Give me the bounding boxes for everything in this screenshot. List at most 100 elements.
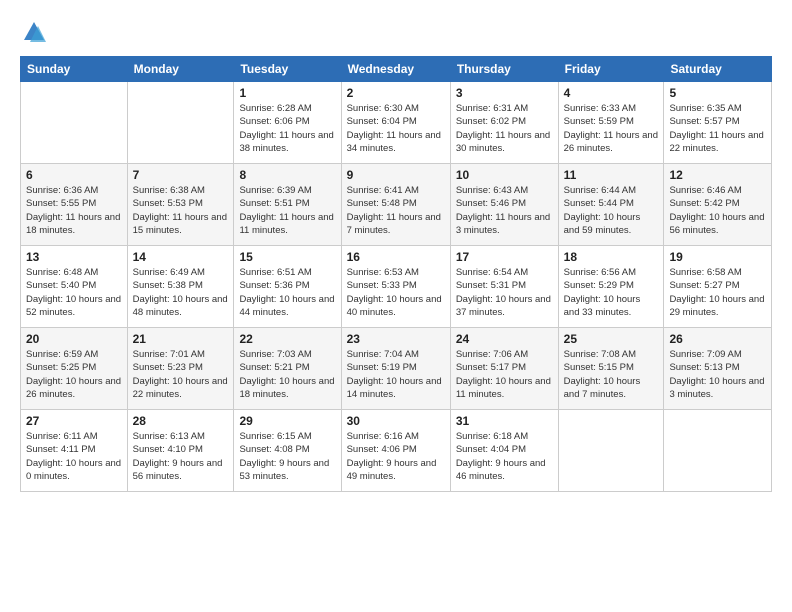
table-row: 5 Sunrise: 6:35 AM Sunset: 5:57 PM Daylig… xyxy=(664,82,772,164)
table-row: 6 Sunrise: 6:36 AM Sunset: 5:55 PM Daylig… xyxy=(21,164,128,246)
day-number: 12 xyxy=(669,168,766,182)
day-number: 25 xyxy=(564,332,659,346)
day-number: 9 xyxy=(347,168,445,182)
calendar-week-row: 13 Sunrise: 6:48 AM Sunset: 5:40 PM Dayli… xyxy=(21,246,772,328)
calendar-table: Sunday Monday Tuesday Wednesday Thursday… xyxy=(20,56,772,492)
table-row: 17 Sunrise: 6:54 AM Sunset: 5:31 PM Dayli… xyxy=(450,246,558,328)
table-row: 21 Sunrise: 7:01 AM Sunset: 5:23 PM Dayli… xyxy=(127,328,234,410)
day-info: Sunrise: 6:31 AM Sunset: 6:02 PM Dayligh… xyxy=(456,102,553,155)
day-number: 26 xyxy=(669,332,766,346)
day-info: Sunrise: 6:13 AM Sunset: 4:10 PM Dayligh… xyxy=(133,430,229,483)
header-friday: Friday xyxy=(558,57,664,82)
day-number: 14 xyxy=(133,250,229,264)
day-info: Sunrise: 6:53 AM Sunset: 5:33 PM Dayligh… xyxy=(347,266,445,319)
calendar-week-row: 6 Sunrise: 6:36 AM Sunset: 5:55 PM Daylig… xyxy=(21,164,772,246)
day-info: Sunrise: 6:39 AM Sunset: 5:51 PM Dayligh… xyxy=(239,184,335,237)
day-number: 17 xyxy=(456,250,553,264)
day-info: Sunrise: 6:16 AM Sunset: 4:06 PM Dayligh… xyxy=(347,430,445,483)
day-info: Sunrise: 6:35 AM Sunset: 5:57 PM Dayligh… xyxy=(669,102,766,155)
day-number: 7 xyxy=(133,168,229,182)
table-row xyxy=(664,410,772,492)
day-number: 23 xyxy=(347,332,445,346)
day-number: 2 xyxy=(347,86,445,100)
day-number: 22 xyxy=(239,332,335,346)
table-row: 22 Sunrise: 7:03 AM Sunset: 5:21 PM Dayli… xyxy=(234,328,341,410)
day-info: Sunrise: 7:09 AM Sunset: 5:13 PM Dayligh… xyxy=(669,348,766,401)
calendar-page: Sunday Monday Tuesday Wednesday Thursday… xyxy=(0,0,792,612)
table-row: 25Sunrise: 7:08 AM Sunset: 5:15 PM Dayli… xyxy=(558,328,664,410)
day-info: Sunrise: 6:56 AM Sunset: 5:29 PM Dayligh… xyxy=(564,266,659,319)
header xyxy=(20,18,772,46)
table-row: 31 Sunrise: 6:18 AM Sunset: 4:04 PM Dayli… xyxy=(450,410,558,492)
table-row: 3 Sunrise: 6:31 AM Sunset: 6:02 PM Daylig… xyxy=(450,82,558,164)
calendar-week-row: 1Sunrise: 6:28 AM Sunset: 6:06 PM Daylig… xyxy=(21,82,772,164)
table-row: 16 Sunrise: 6:53 AM Sunset: 5:33 PM Dayli… xyxy=(341,246,450,328)
table-row xyxy=(127,82,234,164)
day-number: 8 xyxy=(239,168,335,182)
table-row: 27Sunrise: 6:11 AM Sunset: 4:11 PM Dayli… xyxy=(21,410,128,492)
day-info: Sunrise: 6:18 AM Sunset: 4:04 PM Dayligh… xyxy=(456,430,553,483)
day-number: 19 xyxy=(669,250,766,264)
table-row: 23Sunrise: 7:04 AM Sunset: 5:19 PM Dayli… xyxy=(341,328,450,410)
table-row: 11Sunrise: 6:44 AM Sunset: 5:44 PM Dayli… xyxy=(558,164,664,246)
day-info: Sunrise: 7:03 AM Sunset: 5:21 PM Dayligh… xyxy=(239,348,335,401)
day-info: Sunrise: 6:48 AM Sunset: 5:40 PM Dayligh… xyxy=(26,266,122,319)
table-row: 12 Sunrise: 6:46 AM Sunset: 5:42 PM Dayli… xyxy=(664,164,772,246)
day-info: Sunrise: 6:33 AM Sunset: 5:59 PM Dayligh… xyxy=(564,102,659,155)
day-info: Sunrise: 6:49 AM Sunset: 5:38 PM Dayligh… xyxy=(133,266,229,319)
day-number: 20 xyxy=(26,332,122,346)
table-row: 4 Sunrise: 6:33 AM Sunset: 5:59 PM Daylig… xyxy=(558,82,664,164)
day-number: 10 xyxy=(456,168,553,182)
table-row: 26 Sunrise: 7:09 AM Sunset: 5:13 PM Dayli… xyxy=(664,328,772,410)
table-row: 28 Sunrise: 6:13 AM Sunset: 4:10 PM Dayli… xyxy=(127,410,234,492)
table-row: 9 Sunrise: 6:41 AM Sunset: 5:48 PM Daylig… xyxy=(341,164,450,246)
day-info: Sunrise: 6:30 AM Sunset: 6:04 PM Dayligh… xyxy=(347,102,445,155)
calendar-week-row: 27Sunrise: 6:11 AM Sunset: 4:11 PM Dayli… xyxy=(21,410,772,492)
day-info: Sunrise: 6:46 AM Sunset: 5:42 PM Dayligh… xyxy=(669,184,766,237)
day-info: Sunrise: 6:44 AM Sunset: 5:44 PM Dayligh… xyxy=(564,184,659,237)
day-number: 13 xyxy=(26,250,122,264)
day-number: 5 xyxy=(669,86,766,100)
table-row xyxy=(21,82,128,164)
table-row: 30 Sunrise: 6:16 AM Sunset: 4:06 PM Dayli… xyxy=(341,410,450,492)
days-header-row: Sunday Monday Tuesday Wednesday Thursday… xyxy=(21,57,772,82)
day-number: 24 xyxy=(456,332,553,346)
logo-icon xyxy=(20,18,48,46)
table-row: 18 Sunrise: 6:56 AM Sunset: 5:29 PM Dayli… xyxy=(558,246,664,328)
table-row xyxy=(558,410,664,492)
day-number: 16 xyxy=(347,250,445,264)
table-row: 1Sunrise: 6:28 AM Sunset: 6:06 PM Daylig… xyxy=(234,82,341,164)
day-number: 21 xyxy=(133,332,229,346)
day-info: Sunrise: 6:41 AM Sunset: 5:48 PM Dayligh… xyxy=(347,184,445,237)
logo xyxy=(20,18,52,46)
day-info: Sunrise: 6:59 AM Sunset: 5:25 PM Dayligh… xyxy=(26,348,122,401)
header-thursday: Thursday xyxy=(450,57,558,82)
day-info: Sunrise: 6:54 AM Sunset: 5:31 PM Dayligh… xyxy=(456,266,553,319)
day-info: Sunrise: 6:36 AM Sunset: 5:55 PM Dayligh… xyxy=(26,184,122,237)
day-number: 30 xyxy=(347,414,445,428)
day-number: 18 xyxy=(564,250,659,264)
table-row: 14 Sunrise: 6:49 AM Sunset: 5:38 PM Dayli… xyxy=(127,246,234,328)
day-number: 3 xyxy=(456,86,553,100)
table-row: 13 Sunrise: 6:48 AM Sunset: 5:40 PM Dayli… xyxy=(21,246,128,328)
day-info: Sunrise: 6:11 AM Sunset: 4:11 PM Dayligh… xyxy=(26,430,122,483)
table-row: 15Sunrise: 6:51 AM Sunset: 5:36 PM Dayli… xyxy=(234,246,341,328)
header-saturday: Saturday xyxy=(664,57,772,82)
day-number: 4 xyxy=(564,86,659,100)
table-row: 19 Sunrise: 6:58 AM Sunset: 5:27 PM Dayli… xyxy=(664,246,772,328)
day-info: Sunrise: 7:06 AM Sunset: 5:17 PM Dayligh… xyxy=(456,348,553,401)
day-number: 31 xyxy=(456,414,553,428)
table-row: 29Sunrise: 6:15 AM Sunset: 4:08 PM Dayli… xyxy=(234,410,341,492)
header-monday: Monday xyxy=(127,57,234,82)
day-number: 6 xyxy=(26,168,122,182)
table-row: 2 Sunrise: 6:30 AM Sunset: 6:04 PM Daylig… xyxy=(341,82,450,164)
table-row: 24 Sunrise: 7:06 AM Sunset: 5:17 PM Dayli… xyxy=(450,328,558,410)
day-number: 28 xyxy=(133,414,229,428)
day-info: Sunrise: 6:58 AM Sunset: 5:27 PM Dayligh… xyxy=(669,266,766,319)
header-tuesday: Tuesday xyxy=(234,57,341,82)
header-wednesday: Wednesday xyxy=(341,57,450,82)
day-info: Sunrise: 6:28 AM Sunset: 6:06 PM Dayligh… xyxy=(239,102,335,155)
day-info: Sunrise: 6:51 AM Sunset: 5:36 PM Dayligh… xyxy=(239,266,335,319)
day-number: 29 xyxy=(239,414,335,428)
day-info: Sunrise: 7:01 AM Sunset: 5:23 PM Dayligh… xyxy=(133,348,229,401)
